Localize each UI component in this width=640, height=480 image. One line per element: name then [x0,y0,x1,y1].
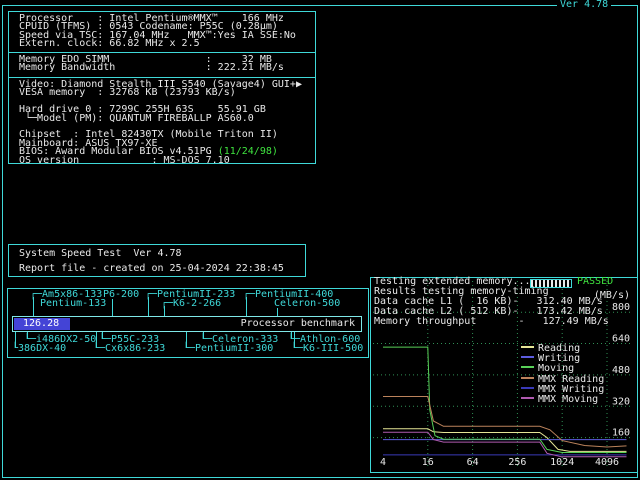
y-tick-label: 800 [612,302,630,313]
x-tick-label: 256 [508,457,526,468]
speedsys-screen: Ver 4.78 Processor : Intel Pentium®MMX™ … [0,0,640,480]
report-title: System Speed Test Ver 4.78 [19,250,182,258]
benchmark-ref-label: Celeron-500 [274,300,340,308]
benchmark-score-bar: 126.28 Processor benchmark [12,316,362,332]
series-mmx-moving [383,432,627,457]
x-tick-label: 64 [467,457,479,468]
l2-cache-result: Data cache L2 ( 512 KB)- 173.42 MB/s [374,308,603,316]
benchmark-title: Processor benchmark [241,320,355,328]
benchmark-ref-label: └386DX-40 [12,345,66,353]
report-box: System Speed Test Ver 4.78 Report file -… [8,244,306,277]
connector-line [203,331,204,339]
x-tick-label: 4096 [595,457,619,468]
memory-test-status: Testing extended memory... [374,278,531,286]
l1-cache-result: Data cache L1 ( 16 KB)- 312.40 MB/s [374,298,603,306]
benchmark-ref-label: Pentium-133 [40,300,106,308]
memory-info-box: Memory EDO SIMM : 32 MB Memory Bandwidth… [8,52,316,78]
connector-line [96,331,97,348]
connector-line [148,297,149,317]
connector-line [294,331,295,348]
connector-line [291,331,292,339]
connector-line [33,297,34,317]
vesa-memory-line: VESA memory : 32768 KB (23793 KB/s) [19,89,315,97]
passed-badge: PASSED [577,278,613,286]
processor-info-box: Processor : Intel Pentium®MMX™ 166 MHz C… [8,11,316,53]
benchmark-ref-label: └─PentiumII-300 [183,345,273,353]
extern-clock-line: Extern. clock: 66.82 MHz x 2.5 [19,40,315,48]
connector-line [102,331,103,339]
legend-label: MMX Moving [538,394,598,405]
x-tick-label: 16 [422,457,434,468]
results-title: Results testing memory-timing [374,288,549,296]
memory-bandwidth-line: Memory Bandwidth : 222.21 MB/s [19,64,315,72]
x-tick-label: 1024 [550,457,574,468]
benchmark-ref-label: └─Cx6x86-233 [93,345,165,353]
y-tick-label: 480 [612,365,630,376]
legend-label: Moving [538,363,574,374]
connector-line [246,297,247,317]
version-label: Ver 4.78 [557,1,611,9]
benchmark-score-value: 126.28 [23,320,59,328]
connector-line [186,331,187,348]
system-details-box: Video: Diamond Stealth III S540 (Savage4… [8,77,316,164]
y-tick-label: 320 [612,396,630,407]
os-version-line: OS version : MS-DOS 7.10 [19,157,315,165]
y-tick-label: 160 [612,428,630,439]
benchmark-ref-label: ┌─K6-2-266 [161,300,221,308]
benchmark-ref-label: └─K6-III-500 [291,345,363,353]
x-tick-label: 4 [380,457,386,468]
report-file-line: Report file - created on 25-04-2024 22:3… [19,265,284,273]
connector-line [15,331,16,348]
drive-model-line: └─Model (PM): QUANTUM FIREBALLP AS60.0 [19,115,315,123]
y-tick-label: 640 [612,334,630,345]
memory-throughput-result: Memory throughput - 127.49 MB/s [374,318,609,326]
benchmark-ref-label: P6-200 [103,291,139,299]
connector-line [112,299,113,317]
connector-line [27,331,28,339]
